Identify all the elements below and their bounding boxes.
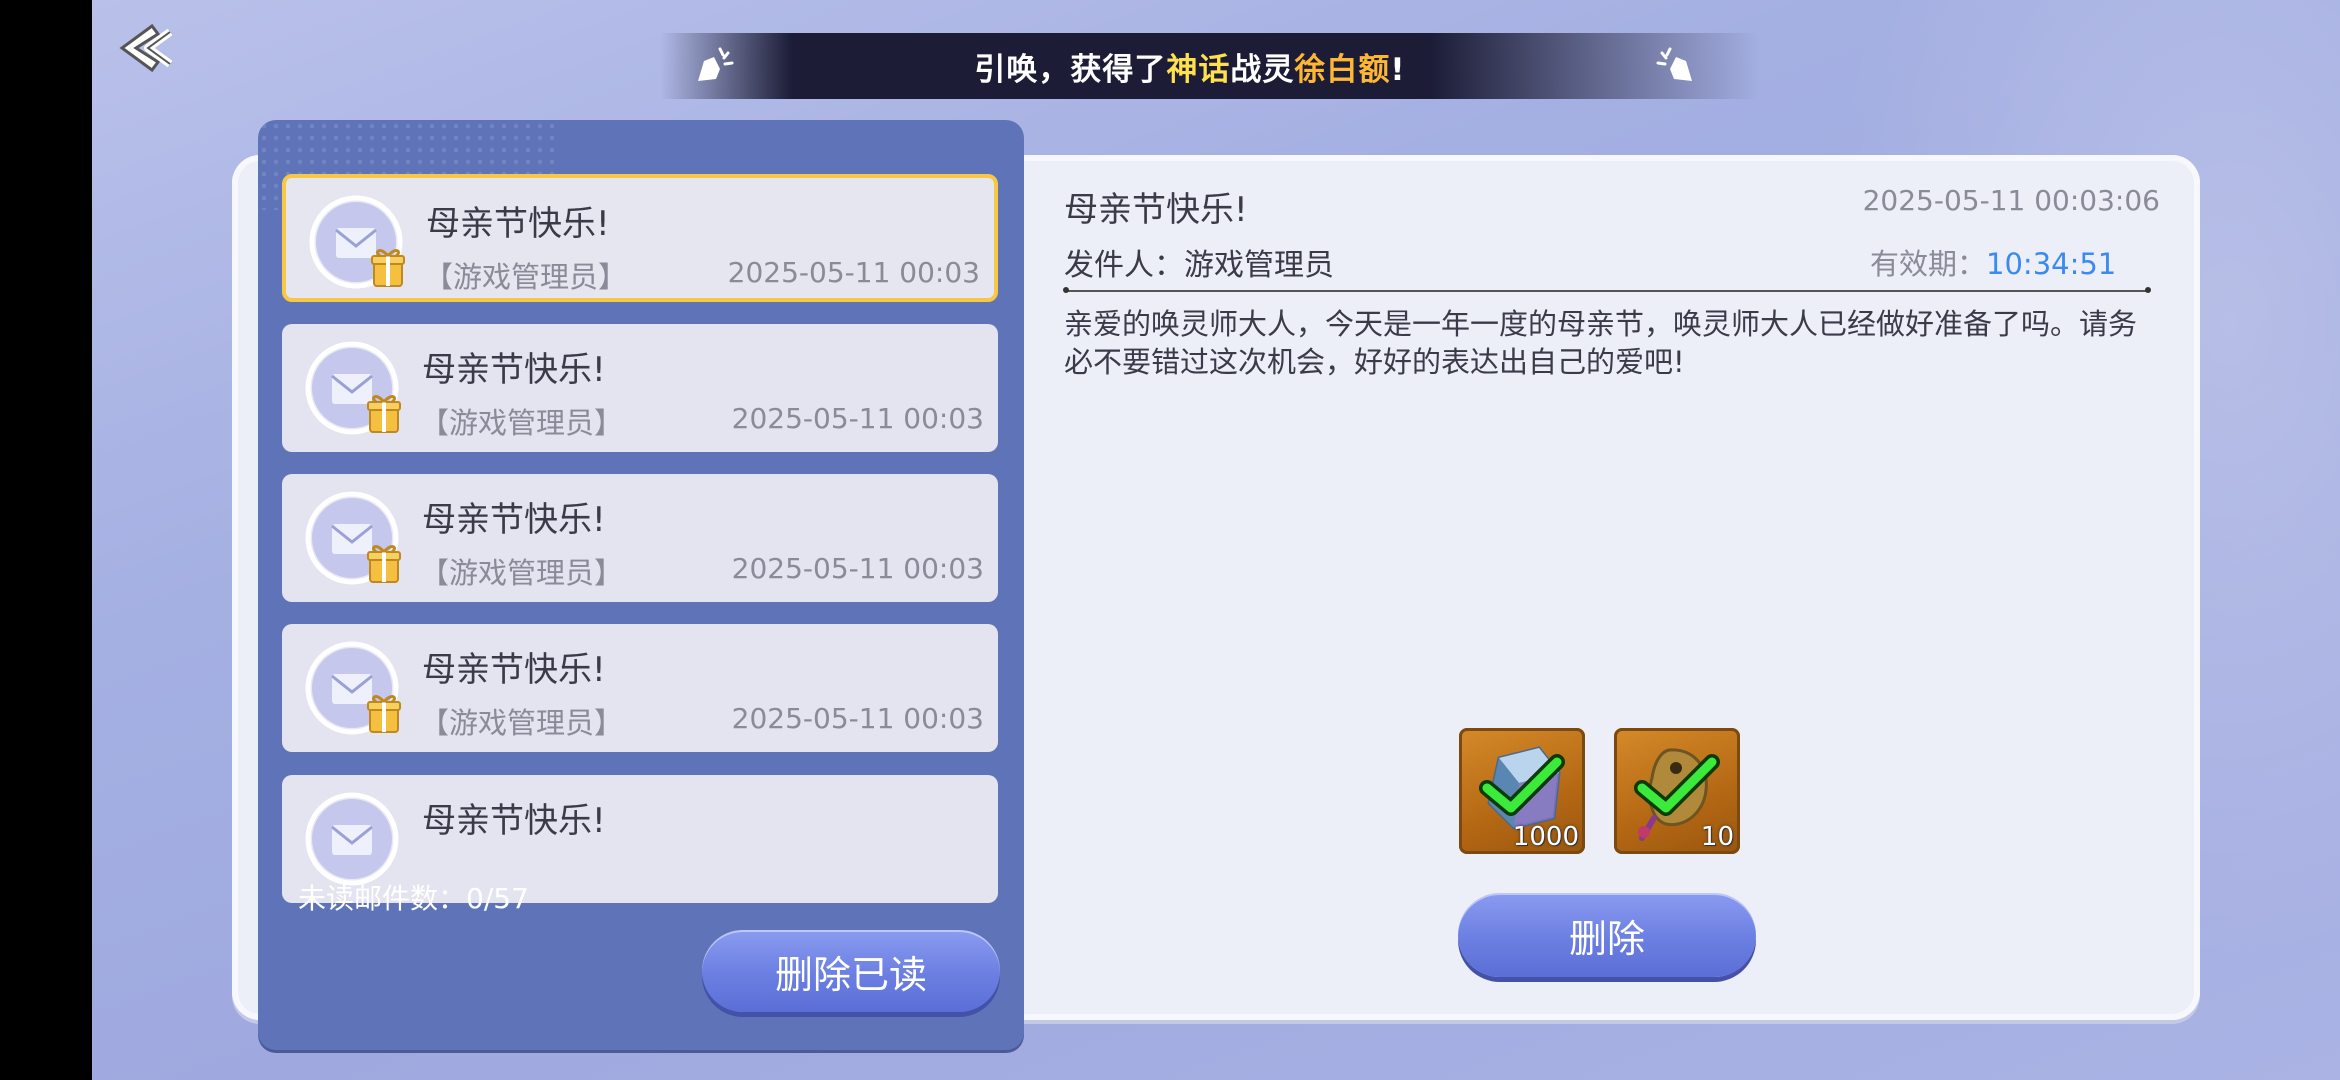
expire-label: 有效期： — [1870, 247, 1987, 281]
detail-body: 亲爱的唤灵师大人，今天是一年一度的母亲节，唤灵师大人已经做好准备了吗。请务必不要… — [1064, 307, 2138, 379]
mail-date: 2025-05-11 00:03 — [731, 702, 984, 735]
mail-date: 2025-05-11 00:03 — [731, 402, 984, 435]
mail-date: 2025-05-11 00:03 — [727, 256, 980, 289]
reward-item[interactable]: 10 — [1614, 728, 1740, 854]
detail-datetime: 2025-05-11 00:03:06 — [1862, 184, 2160, 217]
mail-sender: 【游戏管理员】 — [420, 556, 624, 590]
back-arrow-icon — [119, 23, 173, 73]
detail-sender: 发件人：游戏管理员 — [1064, 248, 1334, 283]
divider — [1063, 287, 2151, 293]
mail-date: 2025-05-11 00:03 — [731, 552, 984, 585]
envelope-gift-icon — [309, 195, 405, 289]
reward-count: 10 — [1700, 822, 1734, 852]
banner-rarity: 神话 — [1166, 51, 1231, 88]
delete-read-button[interactable]: 删除已读 — [702, 930, 1000, 1012]
mail-sender: 【游戏管理员】 — [424, 260, 628, 294]
unread-count: 未读邮件数：0/57 — [298, 882, 529, 915]
mail-list-panel: 母亲节快乐! 【游戏管理员】 2025-05-11 00:03 母亲节快乐! 【… — [258, 120, 1024, 1050]
mail-list[interactable]: 母亲节快乐! 【游戏管理员】 2025-05-11 00:03 母亲节快乐! 【… — [282, 174, 1002, 974]
mail-list-item[interactable]: 母亲节快乐! 【游戏管理员】 2025-05-11 00:03 — [282, 324, 998, 452]
reward-count: 1000 — [1512, 822, 1579, 852]
detail-title: 母亲节快乐! — [1064, 190, 1248, 230]
back-button[interactable] — [112, 18, 182, 78]
mail-sender: 【游戏管理员】 — [420, 706, 624, 740]
delete-button[interactable]: 删除 — [1458, 893, 1756, 977]
mail-title: 母亲节快乐! — [422, 801, 606, 841]
banner-text: 引唤，获得了神话战灵徐白额! — [974, 44, 1405, 89]
reward-item[interactable]: 1000 — [1459, 728, 1585, 854]
banner-prefix: 引唤，获得了 — [974, 51, 1167, 88]
banner-name: 徐白额 — [1294, 51, 1391, 88]
envelope-gift-icon — [305, 491, 401, 585]
clapping-hands-icon — [698, 47, 734, 81]
banner-middle: 战灵 — [1230, 51, 1295, 88]
mail-list-item[interactable]: 母亲节快乐! 【游戏管理员】 2025-05-11 00:03 — [282, 474, 998, 602]
mail-sender: 【游戏管理员】 — [420, 406, 624, 440]
mail-title: 母亲节快乐! — [422, 500, 606, 540]
mail-list-item[interactable]: 母亲节快乐! 【游戏管理员】 2025-05-11 00:03 — [282, 174, 998, 302]
mail-title: 母亲节快乐! — [422, 650, 606, 690]
expire-info: 有效期：10:34:51 — [1870, 241, 2116, 283]
mail-list-item[interactable]: 母亲节快乐! 【游戏管理员】 2025-05-11 00:03 — [282, 624, 998, 752]
envelope-gift-icon — [305, 792, 399, 886]
banner-suffix: ! — [1390, 51, 1406, 88]
clapping-hands-icon — [1656, 47, 1692, 81]
mail-title: 母亲节快乐! — [426, 204, 610, 244]
expire-value: 10:34:51 — [1986, 247, 2117, 281]
broadcast-banner: 引唤，获得了神话战灵徐白额! — [660, 33, 1760, 99]
envelope-gift-icon — [305, 641, 401, 735]
mail-title: 母亲节快乐! — [422, 350, 606, 390]
envelope-gift-icon — [305, 341, 401, 435]
